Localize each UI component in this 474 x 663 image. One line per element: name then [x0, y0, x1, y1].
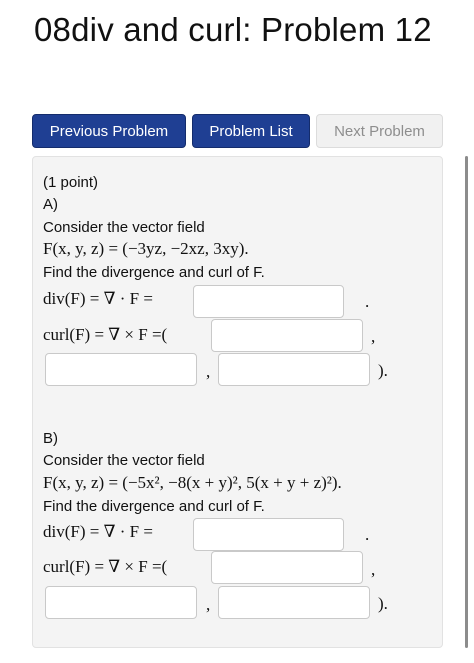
- part-a-vector-field: F(x, y, z) = (−3yz, −2xz, 3xy).: [43, 239, 249, 258]
- part-a-curl-input-3[interactable]: [218, 353, 370, 386]
- part-b-curl-input-3[interactable]: [218, 586, 370, 619]
- part-b-intro: Consider the vector field: [43, 452, 205, 469]
- part-b-curl-comma-1: ,: [371, 560, 376, 579]
- part-b-div-period: .: [365, 525, 370, 544]
- part-b-vector-field: F(x, y, z) = (−5x², −8(x + y)², 5(x + y …: [43, 473, 342, 492]
- part-a-curl-label: curl(F) = ∇ × F =(: [43, 325, 168, 344]
- part-a-div-input[interactable]: [193, 285, 344, 318]
- part-a-curl-input-2[interactable]: [45, 353, 197, 386]
- part-a-label: A): [43, 196, 58, 213]
- part-a-curl-close: ).: [378, 361, 388, 380]
- part-b-instruction: Find the divergence and curl of F.: [43, 498, 265, 515]
- scrollbar[interactable]: [465, 156, 468, 648]
- part-a-curl-input-1[interactable]: [211, 319, 363, 352]
- part-b-curl-close: ).: [378, 594, 388, 613]
- part-b-div-label: div(F) = ∇ · F =: [43, 522, 153, 541]
- part-b-curl-input-1[interactable]: [211, 551, 363, 584]
- part-a-curl-comma-1: ,: [371, 327, 376, 346]
- part-a-curl-comma-2: ,: [206, 362, 211, 381]
- page-title: 08div and curl: Problem 12: [34, 11, 432, 48]
- next-problem-button[interactable]: Next Problem: [316, 114, 443, 148]
- part-b-label: B): [43, 430, 58, 447]
- previous-problem-button[interactable]: Previous Problem: [32, 114, 186, 148]
- part-a-div-label: div(F) = ∇ · F =: [43, 289, 153, 308]
- problem-list-button[interactable]: Problem List: [192, 114, 310, 148]
- part-b-div-input[interactable]: [193, 518, 344, 551]
- part-a-intro: Consider the vector field: [43, 219, 205, 236]
- part-a-div-period: .: [365, 292, 370, 311]
- part-a-instruction: Find the divergence and curl of F.: [43, 264, 265, 281]
- part-b-curl-label: curl(F) = ∇ × F =(: [43, 557, 168, 576]
- part-b-curl-comma-2: ,: [206, 595, 211, 614]
- part-b-curl-input-2[interactable]: [45, 586, 197, 619]
- points-label: (1 point): [43, 174, 99, 191]
